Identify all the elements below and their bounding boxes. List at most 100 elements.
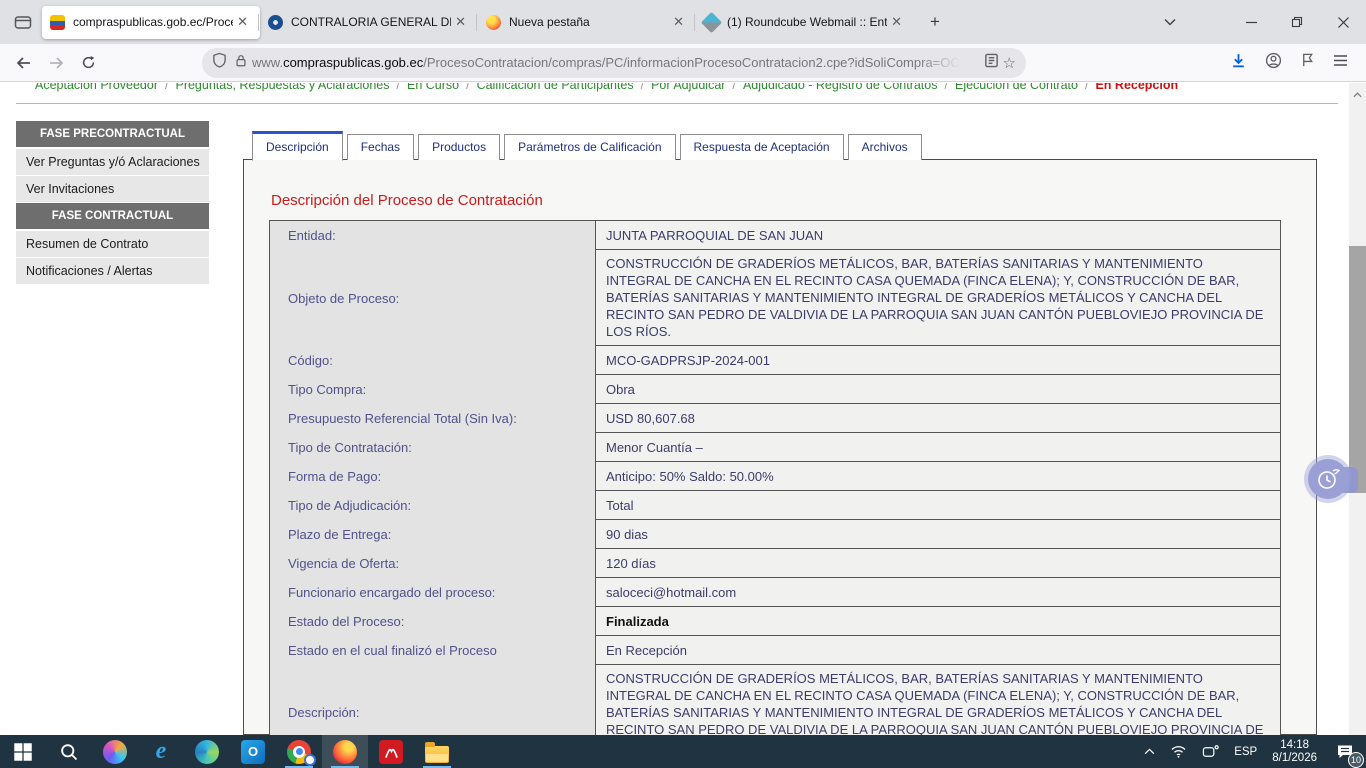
firefox-favicon — [486, 15, 501, 30]
table-row: Código:MCO-GADPRSJP-2024-001 — [270, 346, 1280, 375]
tab-descripci-n[interactable]: Descripción — [252, 131, 343, 161]
internet-explorer-taskbar-icon[interactable]: e — [138, 735, 184, 768]
edge-taskbar-icon[interactable] — [184, 735, 230, 768]
sidebar-item[interactable]: Ver Preguntas y/ó Aclaraciones — [16, 149, 209, 175]
field-value: 90 dias — [595, 520, 1280, 549]
browser-tab[interactable]: compraspublicas.gob.ec/Proces ✕ — [42, 6, 260, 39]
table-row: Vigencia de Oferta:120 días — [270, 549, 1280, 578]
clock[interactable]: 14:18 8/1/2026 — [1272, 739, 1317, 765]
reload-button[interactable] — [72, 48, 104, 78]
acrobat-taskbar-icon[interactable] — [368, 735, 414, 768]
table-row: Forma de Pago:Anticipo: 50% Saldo: 50.00… — [270, 462, 1280, 491]
tab-par-metros-de-calificaci-n[interactable]: Parámetros de Calificación — [504, 134, 675, 160]
extension-icon[interactable] — [1300, 52, 1315, 73]
reader-view-icon[interactable] — [984, 53, 999, 73]
lock-icon[interactable] — [234, 53, 248, 73]
breadcrumb-link[interactable]: Aceptación Proveedor — [35, 83, 158, 92]
breadcrumb-link[interactable]: Preguntas, Respuestas y Aclaraciones — [175, 83, 389, 92]
tab-close-icon[interactable]: ✕ — [233, 12, 252, 32]
field-label: Presupuesto Referencial Total (Sin Iva): — [270, 404, 595, 433]
tab-close-icon[interactable]: ✕ — [669, 12, 688, 32]
show-hidden-icons-chevron[interactable] — [1144, 748, 1155, 755]
wifi-icon[interactable] — [1170, 744, 1187, 759]
timer-extension-overlay[interactable] — [1308, 459, 1358, 501]
breadcrumb-link[interactable]: Adjudicado - Registro de Contratos — [743, 83, 938, 92]
breadcrumb-separator: / — [397, 83, 400, 92]
url-fade — [918, 48, 968, 78]
field-label: Tipo de Contratación: — [270, 433, 595, 462]
tab-productos[interactable]: Productos — [418, 134, 500, 160]
breadcrumb-link[interactable]: Calificación de Participantes — [477, 83, 634, 92]
minimize-button[interactable] — [1228, 0, 1274, 44]
table-row: Funcionario encargado del proceso:saloce… — [270, 578, 1280, 607]
description-panel: Descripción del Proceso de Contratación … — [243, 159, 1317, 735]
browser-tab-title: compraspublicas.gob.ec/Proces — [73, 15, 233, 29]
file-explorer-taskbar-icon[interactable] — [414, 735, 460, 768]
restore-button[interactable] — [1274, 0, 1320, 44]
sidebar: FASE PRECONTRACTUALVer Preguntas y/ó Acl… — [16, 121, 209, 285]
sidebar-item[interactable]: Resumen de Contrato — [16, 231, 209, 257]
field-value: JUNTA PARROQUIAL DE SAN JUAN — [595, 221, 1280, 250]
field-value: MCO-GADPRSJP-2024-001 — [595, 346, 1280, 375]
firefox-view-icon[interactable] — [8, 8, 38, 36]
browser-tab[interactable]: (1) Roundcube Webmail :: Entra ✕ — [696, 6, 914, 39]
list-all-tabs-icon[interactable] — [1154, 8, 1186, 36]
tab-archivos[interactable]: Archivos — [848, 134, 922, 160]
menu-hamburger-icon[interactable] — [1333, 54, 1348, 72]
outlook-taskbar-icon[interactable]: O — [230, 735, 276, 768]
language-indicator[interactable]: ESP — [1234, 746, 1257, 758]
table-row: Estado en el cual finalizó el ProcesoEn … — [270, 636, 1280, 665]
notification-center-icon[interactable]: 10 — [1332, 739, 1358, 765]
table-row: Estado del Proceso:Finalizada — [270, 607, 1280, 636]
breadcrumb-link[interactable]: Por Adjudicar — [651, 83, 725, 92]
scroll-up-arrow-icon[interactable] — [1349, 87, 1366, 103]
page-content: Aceptación Proveedor / Preguntas, Respuest… — [0, 83, 1366, 735]
firefox-taskbar-icon[interactable] — [322, 735, 368, 768]
account-icon[interactable] — [1265, 52, 1282, 74]
breadcrumb-current: En Recepción — [1095, 83, 1178, 92]
copilot-taskbar-icon[interactable] — [92, 735, 138, 768]
browser-tab-strip: compraspublicas.gob.ec/Proces ✕ CONTRALO… — [0, 0, 1366, 44]
table-row: Tipo de Adjudicación:Total — [270, 491, 1280, 520]
field-label: Tipo de Adjudicación: — [270, 491, 595, 520]
sidebar-item[interactable]: Ver Invitaciones — [16, 176, 209, 202]
page-scrollbar[interactable] — [1349, 83, 1366, 735]
sidebar-section-header: FASE CONTRACTUAL — [16, 203, 209, 229]
forward-button[interactable] — [40, 48, 72, 78]
ecuador-crest-favicon — [50, 15, 65, 30]
field-label: Código: — [270, 346, 595, 375]
taskbar-apps: eO — [0, 735, 460, 768]
tab-close-icon[interactable]: ✕ — [451, 12, 470, 32]
chrome-taskbar-icon[interactable] — [276, 735, 322, 768]
breadcrumb-bar: Aceptación Proveedor / Preguntas, Respuest… — [16, 83, 1338, 104]
new-tab-button[interactable]: + — [920, 8, 950, 36]
field-value: USD 80,607.68 — [595, 404, 1280, 433]
search-taskbar-icon[interactable] — [46, 735, 92, 768]
process-detail-table: Entidad:JUNTA PARROQUIAL DE SAN JUANObje… — [269, 220, 1281, 761]
start-taskbar-icon[interactable] — [0, 735, 46, 768]
back-button[interactable] — [8, 48, 40, 78]
tab-respuesta-de-aceptaci-n[interactable]: Respuesta de Aceptación — [680, 134, 844, 160]
field-label: Objeto de Proceso: — [270, 250, 595, 346]
breadcrumb-link[interactable]: Ejecución de Contrato — [955, 83, 1078, 92]
downloads-icon[interactable] — [1230, 52, 1247, 74]
meet-now-icon[interactable] — [1202, 744, 1219, 759]
system-tray: ESP 14:18 8/1/2026 10 — [1144, 739, 1366, 765]
browser-tab[interactable]: Nueva pestaña ✕ — [478, 6, 696, 39]
field-value: Anticipo: 50% Saldo: 50.00% — [595, 462, 1280, 491]
field-value: Obra — [595, 375, 1280, 404]
notification-badge: 10 — [1348, 752, 1364, 768]
timer-clock-icon[interactable] — [1308, 459, 1348, 499]
tab-close-icon[interactable]: ✕ — [887, 12, 906, 32]
scrollbar-thumb[interactable] — [1349, 246, 1366, 493]
url-address-bar[interactable]: www.compraspublicas.gob.ec/ProcesoContra… — [202, 48, 1026, 78]
tab-fechas[interactable]: Fechas — [347, 134, 414, 160]
browser-tab[interactable]: CONTRALORIA GENERAL DEL E ✕ — [260, 6, 478, 39]
field-value: En Recepción — [595, 636, 1280, 665]
close-window-button[interactable] — [1320, 0, 1366, 44]
breadcrumb-link[interactable]: En Curso — [407, 83, 459, 92]
bookmark-star-icon[interactable]: ☆ — [1003, 54, 1016, 72]
sidebar-item[interactable]: Notificaciones / Alertas — [16, 258, 209, 284]
field-value: Total — [595, 491, 1280, 520]
tracking-protection-shield-icon[interactable] — [212, 52, 227, 73]
